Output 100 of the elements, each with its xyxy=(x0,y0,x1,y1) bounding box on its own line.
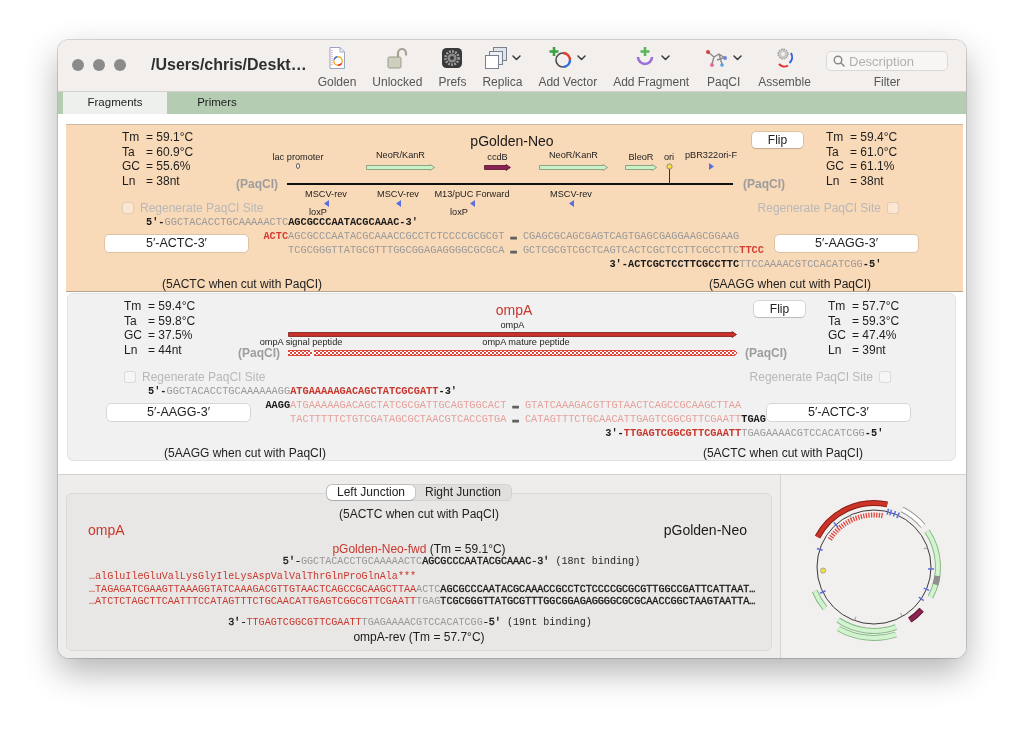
stat-value: = 59.4°C xyxy=(148,299,196,314)
window-minimize-button[interactable] xyxy=(93,59,105,71)
stat-label: Ln xyxy=(826,173,841,188)
toolbar-button[interactable]: Assemble xyxy=(758,40,811,89)
stat-value: = 38nt xyxy=(146,173,181,188)
feature-label: BleoR xyxy=(628,152,654,162)
window-close-button[interactable] xyxy=(72,59,84,71)
toolbar-button[interactable]: Golden xyxy=(317,40,357,89)
primer-title: ompA-rev (Tm = 57.7°C) xyxy=(353,629,485,644)
feature-label: M13/pUC Forward xyxy=(434,189,510,199)
cut-note: (5ACTC when cut with PaqCI) xyxy=(338,507,500,521)
stat-value: = 59.3°C xyxy=(852,313,900,328)
site-label: (PaqCI) xyxy=(236,177,278,191)
cut-note: (5ACTC when cut with PaqCI) xyxy=(702,446,863,460)
site-label: (PaqCI) xyxy=(238,346,280,360)
stat-value: = 47.4% xyxy=(852,328,898,343)
window-zoom-button[interactable] xyxy=(114,59,126,71)
stat-label: Ta xyxy=(122,144,136,159)
stat-label: Tm xyxy=(828,299,847,314)
tab[interactable]: Fragments xyxy=(63,92,167,114)
sequence-line: ACTCAGCGCCCAATACGCAAACCGCCTCTCCCCGCGCGT … CGAGCGCAGCGAGTCAGTGAGCGAGGAAGCGGAAG xyxy=(263,229,740,243)
sequence-line: …TAGAGATCGAAGTTAAAGGTATCAAAGACGTTGTAACTCAGCCGCAAGCTTAAACTCAGCGCCCAATACGCAAACCGCCTCTCCCCGCGCGTTGGCCGATTCATTAAT… xyxy=(89,583,756,596)
flip-button[interactable]: Flip xyxy=(754,301,805,317)
cut-note: (5AAGG when cut with PaqCI) xyxy=(164,446,327,460)
stat-label: Ta xyxy=(828,313,842,328)
window-title: /Users/chris/Deskt… xyxy=(151,55,307,75)
stat-label: Ta xyxy=(124,313,138,328)
sequence-line: 3'-ACTCGCTCCTTCGCCTTCTTCCAAAACGTCCACATCGG-5' xyxy=(609,257,882,271)
feature-label: ompA signal peptide xyxy=(259,337,343,347)
checkbox-label: Regenerate PaqCI Site xyxy=(757,201,881,215)
sequence-line: 5'-GGCTACACCTGCAAAAACTCAGCGCCCAATACGCAAAC-3' xyxy=(146,215,418,229)
site-label: (PaqCI) xyxy=(745,346,787,360)
promoter-marker-icon xyxy=(296,163,300,169)
toolbar-button[interactable]: Add Vector xyxy=(538,40,598,89)
cut-note: (5ACTC when cut with PaqCI) xyxy=(162,277,323,291)
binding-note: (18nt binding) xyxy=(555,556,641,567)
toolbar-button[interactable]: Replica xyxy=(482,40,523,89)
fragment-panel[interactable] xyxy=(66,124,963,292)
stat-value: = 55.6% xyxy=(146,159,192,174)
stat-value: = 57.7°C xyxy=(852,299,900,314)
overhang-field[interactable]: 5′-AAGG-3′ xyxy=(775,234,918,252)
overhang-field[interactable]: 5′-AAGG-3′ xyxy=(107,403,250,421)
toolbar-button[interactable]: Prefs xyxy=(438,40,467,89)
fragment-title: pGolden-Neo xyxy=(470,133,554,149)
stat-value: = 44nt xyxy=(148,342,183,357)
toolbar-button[interactable]: Add Fragment xyxy=(613,40,690,89)
fragment-title: ompA xyxy=(495,302,533,318)
stacked-windows-icon xyxy=(483,46,508,70)
origin-marker-icon xyxy=(665,162,673,184)
open-padlock-icon xyxy=(385,46,410,70)
stat-label: Ln xyxy=(828,342,843,357)
feature-label: NeoR/KanR xyxy=(549,150,598,160)
checkbox-label: Regenerate PaqCI Site xyxy=(749,370,873,384)
sequence-line: TACTTTTTCTGTCGATAGCGCTAACGTCACCGTGA … CATAGTTTCTGCAACATTGAGTCGGCGTTCGAATTTGAG xyxy=(290,412,766,426)
sequence-line: 5'-GGCTACACCTGCAAAAAAGGATGAAAAAGACAGCTATCGCGATT-3' xyxy=(148,384,457,398)
ring-with-plus-icon xyxy=(549,46,574,70)
overhang-field[interactable]: 5′-ACTC-3′ xyxy=(105,234,248,252)
feature-label: lac promoter xyxy=(272,152,324,162)
stat-value: = 60.9°C xyxy=(146,144,194,159)
stat-label: GC xyxy=(828,328,847,343)
site-label: (PaqCI) xyxy=(743,177,785,191)
feature-label: MSCV-rev xyxy=(377,189,419,199)
feature-label: MSCV-rev xyxy=(550,189,592,199)
feature-label: ori xyxy=(663,152,675,162)
stat-value: = 38nt xyxy=(850,173,885,188)
search-icon xyxy=(833,55,845,67)
gear-icon xyxy=(440,46,465,70)
stat-value: = 37.5% xyxy=(148,328,194,343)
fragment-panel[interactable] xyxy=(67,293,956,461)
stat-value: = 59.1°C xyxy=(146,130,194,145)
junction-tab[interactable]: Left Junction xyxy=(326,485,415,500)
sequence-line: AAGGATGAAAAAGACAGCTATCGCGATTGCAGTGGCACT … GTATCAAAGACGTTGTAACTCAGCCGCAAGCTTAA xyxy=(265,398,742,412)
stat-value: = 61.1% xyxy=(850,159,896,174)
search-label: Filter xyxy=(873,75,901,89)
stat-label: GC xyxy=(122,159,141,174)
search-field[interactable]: Description xyxy=(826,51,948,71)
primer-sequence: 5'-GGCTACACCTGCAAAAACTCAGCGCCCAATACGCAAAC-3' xyxy=(282,556,550,567)
stat-label: GC xyxy=(124,328,143,343)
tab[interactable]: Primers xyxy=(167,92,267,114)
stat-value: = 61.0°C xyxy=(850,144,898,159)
flip-button[interactable]: Flip xyxy=(752,132,803,148)
feature-label: loxP xyxy=(309,207,327,217)
primer-sequence: 3'-TTGAGTCGGCGTTCGAATTTGAGAAAACGTCCACATCGG-5' xyxy=(228,617,501,628)
fragment-name: ompA xyxy=(88,522,125,538)
stat-label: Ln xyxy=(122,173,137,188)
checkbox-label: Regenerate PaqCI Site xyxy=(140,201,264,215)
stat-label: Ta xyxy=(826,144,840,159)
toolbar-button[interactable]: Unlocked xyxy=(372,40,423,89)
checkbox-label: Regenerate PaqCI Site xyxy=(142,370,266,384)
toolbar-button[interactable]: PaqCI xyxy=(705,40,743,89)
junction-tab[interactable]: Right Junction xyxy=(415,485,512,500)
overhang-field[interactable]: 5′-ACTC-3′ xyxy=(767,403,910,421)
stat-label: Tm xyxy=(124,299,143,314)
sequence-line: …ATCTCTAGCTTCAATTTCCATAGTTTCTGCAACATTGAGTCGGCGTTCGAATTTGAGTCGCGGGTTATGCGTTTGGCGGAGAGGGGCGCGCAACCGGCTAAGTAATTA… xyxy=(89,596,756,609)
sequence-line: TCGCGGGTTATGCGTTTGGCGGAGAGGGGCGCGCA … GCTCGCGTCGCTCAGTCACTCGCTCCTTCGCCTTCTTCC xyxy=(288,243,764,257)
feature-label: MSCV-rev xyxy=(305,189,347,199)
stat-label: Ln xyxy=(124,342,139,357)
feature-label: ompA xyxy=(500,320,525,330)
translation-line: …alGluIleGluValLysGlyIleLysAspValValThrGlnProGlnAla*** xyxy=(89,571,417,584)
feature-label: pBR322ori-F xyxy=(684,150,738,160)
